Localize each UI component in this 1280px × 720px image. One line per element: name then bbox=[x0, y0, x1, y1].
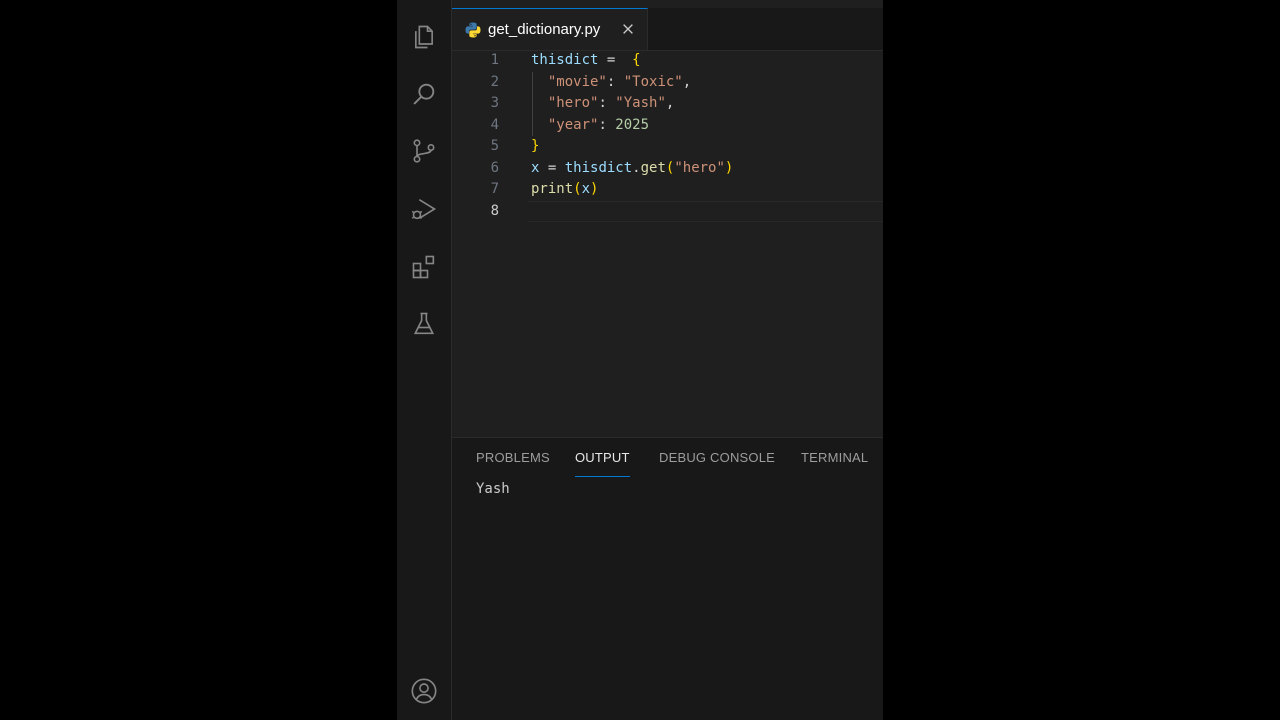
code-token: get bbox=[640, 159, 666, 176]
code-token: = bbox=[539, 159, 565, 176]
code-line[interactable]: 2 "movie": "Toxic", bbox=[452, 72, 883, 94]
code-token: 2025 bbox=[615, 116, 650, 133]
line-number: 6 bbox=[490, 159, 499, 176]
code-token: ) bbox=[590, 181, 599, 197]
line-number: 2 bbox=[490, 73, 499, 90]
line-number: 7 bbox=[490, 181, 499, 197]
code-token: : bbox=[606, 73, 624, 90]
code-line[interactable]: 1 thisdict = { bbox=[452, 50, 883, 72]
line-number: 8 bbox=[490, 202, 499, 219]
tab-terminal[interactable]: TERMINAL bbox=[801, 450, 868, 476]
code-token: , bbox=[682, 73, 692, 90]
code-token: thisdict bbox=[564, 159, 633, 176]
tab-get-dictionary[interactable]: get_dictionary.py bbox=[452, 8, 648, 50]
close-icon[interactable] bbox=[619, 20, 637, 38]
code-token: "hero" bbox=[547, 95, 599, 111]
search-icon[interactable] bbox=[406, 76, 442, 112]
code-token: thisdict bbox=[531, 52, 599, 68]
code-token: "year" bbox=[547, 116, 599, 133]
output-text: Yash bbox=[476, 481, 510, 497]
code-token: "hero" bbox=[674, 159, 725, 176]
code-token: "Toxic" bbox=[623, 73, 683, 90]
code-token: x bbox=[581, 181, 591, 197]
line-source: } bbox=[531, 136, 539, 158]
line-number: 5 bbox=[490, 138, 499, 154]
code-token: print bbox=[531, 181, 574, 197]
vscode-window: get_dictionary.py 1 thisdict = {2 "movie"… bbox=[397, 0, 883, 720]
code-token: { bbox=[632, 52, 641, 68]
testing-icon[interactable] bbox=[406, 306, 442, 342]
editor-area: get_dictionary.py 1 thisdict = {2 "movie"… bbox=[452, 0, 883, 438]
run-debug-icon[interactable] bbox=[406, 191, 442, 227]
current-line-highlight bbox=[528, 200, 883, 222]
code-line[interactable]: 6 x = thisdict.get("hero") bbox=[452, 158, 883, 180]
tab-output[interactable]: OUTPUT bbox=[575, 450, 630, 477]
files-icon[interactable] bbox=[406, 19, 442, 55]
code-line[interactable]: 4 "year": 2025 bbox=[452, 115, 883, 137]
tab-debug-console[interactable]: DEBUG CONSOLE bbox=[659, 450, 775, 476]
account-icon[interactable] bbox=[406, 673, 442, 709]
source-control-icon[interactable] bbox=[406, 133, 442, 169]
line-source: thisdict = { bbox=[531, 50, 641, 72]
code-token: . bbox=[632, 159, 641, 176]
line-source: "movie": "Toxic", bbox=[531, 72, 691, 94]
activity-bar bbox=[397, 0, 452, 720]
code-line[interactable]: 7 print(x) bbox=[452, 179, 883, 201]
line-number: 4 bbox=[490, 116, 499, 133]
indent-guide bbox=[532, 71, 533, 136]
line-number: 3 bbox=[490, 95, 499, 111]
extensions-icon[interactable] bbox=[406, 249, 442, 285]
code-token: , bbox=[665, 95, 675, 111]
line-number: 1 bbox=[490, 52, 499, 68]
line-source: "year": 2025 bbox=[531, 115, 649, 137]
code-token: "Yash" bbox=[615, 95, 666, 111]
code-line[interactable]: 5} bbox=[452, 136, 883, 158]
code-token: : bbox=[598, 95, 616, 111]
python-icon bbox=[465, 22, 481, 37]
tab-problems[interactable]: PROBLEMS bbox=[476, 450, 550, 476]
line-source: x = thisdict.get("hero") bbox=[531, 158, 733, 180]
code-token: = bbox=[598, 52, 624, 68]
code-token: } bbox=[531, 138, 540, 154]
tab-bar: get_dictionary.py bbox=[452, 8, 883, 51]
bottom-panel: PROBLEMS OUTPUT DEBUG CONSOLE TERMINAL Y… bbox=[452, 437, 883, 720]
code-token: "movie" bbox=[547, 73, 607, 90]
line-source: "hero": "Yash", bbox=[531, 93, 674, 115]
code-token: : bbox=[598, 116, 616, 133]
tab-filename: get_dictionary.py bbox=[488, 21, 601, 38]
line-source: print(x) bbox=[531, 179, 598, 201]
code-token: ) bbox=[724, 159, 734, 176]
code-token: ( bbox=[573, 181, 582, 197]
code-line[interactable]: 3 "hero": "Yash", bbox=[452, 93, 883, 115]
title-strip bbox=[452, 0, 883, 8]
code-line[interactable]: 8 bbox=[452, 200, 883, 223]
